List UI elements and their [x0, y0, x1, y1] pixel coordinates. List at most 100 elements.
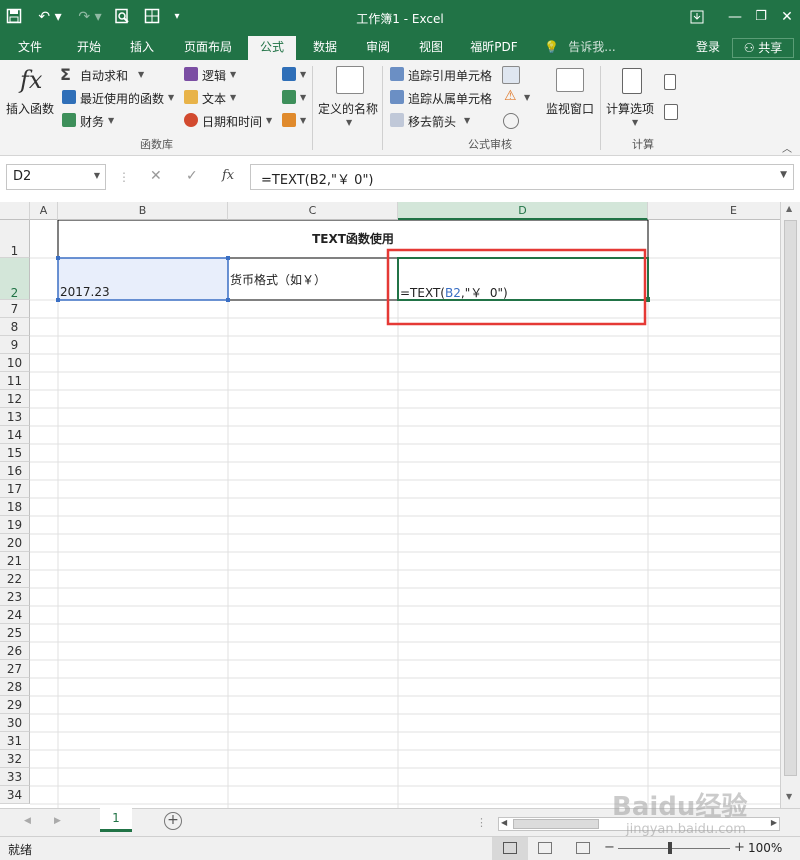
calculate-sheet-icon[interactable] — [664, 104, 678, 120]
row-header-21[interactable]: 21 — [0, 552, 30, 570]
page-layout-view-icon[interactable] — [538, 842, 552, 854]
calculator-icon[interactable] — [622, 68, 642, 94]
row-header-8[interactable]: 8 — [0, 318, 30, 336]
chevron-down-icon[interactable]: ▼ — [464, 116, 470, 125]
insert-function-icon[interactable]: fx — [20, 66, 42, 94]
row-header-2[interactable]: 2 — [0, 258, 30, 300]
row-header-32[interactable]: 32 — [0, 750, 30, 768]
trace-precedents-button[interactable]: 追踪引用单元格 — [408, 67, 492, 84]
row-header-29[interactable]: 29 — [0, 696, 30, 714]
tab-foxit-pdf[interactable]: 福昕PDF — [462, 36, 526, 60]
close-icon[interactable]: ✕ — [772, 6, 800, 28]
sheet-tab-1[interactable]: 1 — [100, 808, 132, 832]
name-box[interactable]: D2 ▼ — [6, 164, 106, 190]
trace-dependents-button[interactable]: 追踪从属单元格 — [408, 90, 492, 107]
tab-file[interactable]: 文件 — [6, 36, 54, 60]
collapse-ribbon-icon[interactable]: ︿ — [782, 140, 792, 155]
row-header-26[interactable]: 26 — [0, 642, 30, 660]
login-link[interactable]: 登录 — [690, 36, 726, 60]
watch-window-icon[interactable] — [556, 68, 584, 92]
insert-function-label[interactable]: 插入函数 — [6, 100, 54, 117]
scroll-right-icon[interactable]: ▶ — [771, 818, 777, 827]
col-header-b[interactable]: B — [58, 202, 228, 220]
row-header-12[interactable]: 12 — [0, 390, 30, 408]
evaluate-formula-icon[interactable] — [503, 113, 519, 129]
tab-insert[interactable]: 插入 — [120, 36, 164, 60]
zoom-in-icon[interactable]: + — [734, 840, 745, 855]
chevron-down-icon[interactable]: ▼ — [230, 93, 236, 102]
tab-formulas[interactable]: 公式 — [248, 36, 296, 60]
page-break-view-icon[interactable] — [576, 842, 590, 854]
tab-view[interactable]: 视图 — [410, 36, 452, 60]
col-header-e[interactable]: E — [648, 202, 800, 220]
cell-b2[interactable]: 2017.23 — [60, 285, 110, 299]
row-header-28[interactable]: 28 — [0, 678, 30, 696]
row-header-20[interactable]: 20 — [0, 534, 30, 552]
col-header-a[interactable]: A — [30, 202, 58, 220]
name-manager-icon[interactable] — [336, 66, 364, 94]
zoom-level[interactable]: 100% — [748, 841, 782, 855]
row-header-19[interactable]: 19 — [0, 516, 30, 534]
tab-data[interactable]: 数据 — [304, 36, 346, 60]
row-header-22[interactable]: 22 — [0, 570, 30, 588]
row-header-25[interactable]: 25 — [0, 624, 30, 642]
row-header-24[interactable]: 24 — [0, 606, 30, 624]
scroll-up-icon[interactable]: ▲ — [786, 204, 792, 213]
chevron-down-icon[interactable]: ▼ — [168, 93, 174, 102]
row-header-17[interactable]: 17 — [0, 480, 30, 498]
share-button[interactable]: ⚇ 共享 — [732, 38, 794, 58]
more-functions-icon[interactable] — [282, 113, 296, 127]
horizontal-scroll-thumb[interactable] — [513, 819, 599, 829]
tab-page-layout[interactable]: 页面布局 — [172, 36, 244, 60]
add-sheet-icon[interactable]: + — [164, 812, 182, 830]
formula-input[interactable]: =TEXT(B2,"￥ 0") ▼ — [250, 164, 794, 190]
tab-home[interactable]: 开始 — [64, 36, 114, 60]
chevron-down-icon[interactable]: ▼ — [266, 116, 272, 125]
row-header-9[interactable]: 9 — [0, 336, 30, 354]
chevron-down-icon[interactable]: ▼ — [524, 93, 530, 102]
prev-sheet-icon[interactable]: ◀ — [24, 816, 31, 826]
defined-names-button[interactable]: 定义的名称 — [318, 100, 378, 117]
chevron-down-icon[interactable]: ▼ — [300, 70, 306, 79]
chevron-down-icon[interactable]: ▼ — [138, 70, 144, 79]
chevron-down-icon[interactable]: ▼ — [632, 118, 638, 127]
row-header-1[interactable]: 1 — [0, 220, 30, 258]
finance-button[interactable]: 财务 — [80, 113, 104, 130]
tab-review[interactable]: 审阅 — [356, 36, 400, 60]
row-header-18[interactable]: 18 — [0, 498, 30, 516]
row-header-15[interactable]: 15 — [0, 444, 30, 462]
text-button[interactable]: 文本 — [202, 90, 226, 107]
show-formulas-icon[interactable] — [502, 66, 520, 84]
row-header-14[interactable]: 14 — [0, 426, 30, 444]
col-header-c[interactable]: C — [228, 202, 398, 220]
logic-button[interactable]: 逻辑 — [202, 67, 226, 84]
calculate-now-icon[interactable] — [664, 74, 676, 90]
cell-c2[interactable]: 货币格式（如￥） — [230, 271, 326, 288]
next-sheet-icon[interactable]: ▶ — [54, 816, 61, 826]
scroll-left-icon[interactable]: ◀ — [501, 818, 507, 827]
math-icon[interactable] — [282, 90, 296, 104]
cell-d2[interactable]: =TEXT(B2,"￥ 0") — [400, 284, 508, 301]
chevron-down-icon[interactable]: ▼ — [300, 93, 306, 102]
remove-arrows-button[interactable]: 移去箭头 — [408, 113, 456, 130]
row-header-10[interactable]: 10 — [0, 354, 30, 372]
worksheet-grid[interactable] — [30, 220, 780, 808]
recent-functions-button[interactable]: 最近使用的函数 — [80, 90, 164, 107]
select-all-corner[interactable] — [0, 202, 30, 220]
chevron-down-icon[interactable]: ▼ — [108, 116, 114, 125]
row-header-30[interactable]: 30 — [0, 714, 30, 732]
calculation-options-button[interactable]: 计算选项 — [606, 100, 654, 117]
title-cell[interactable]: TEXT函数使用 — [58, 230, 648, 247]
chevron-down-icon[interactable]: ▼ — [230, 70, 236, 79]
zoom-slider[interactable] — [618, 848, 730, 849]
watch-window-button[interactable]: 监视窗口 — [546, 100, 594, 117]
zoom-slider-thumb[interactable] — [668, 842, 672, 854]
lookup-icon[interactable] — [282, 67, 296, 81]
vertical-scrollbar[interactable]: ▲ ▼ — [780, 202, 800, 808]
row-header-34[interactable]: 34 — [0, 786, 30, 804]
row-header-16[interactable]: 16 — [0, 462, 30, 480]
zoom-out-icon[interactable]: − — [604, 840, 615, 855]
chevron-down-icon[interactable]: ▼ — [300, 116, 306, 125]
datetime-button[interactable]: 日期和时间 — [202, 113, 262, 130]
vertical-scroll-thumb[interactable] — [784, 220, 797, 776]
